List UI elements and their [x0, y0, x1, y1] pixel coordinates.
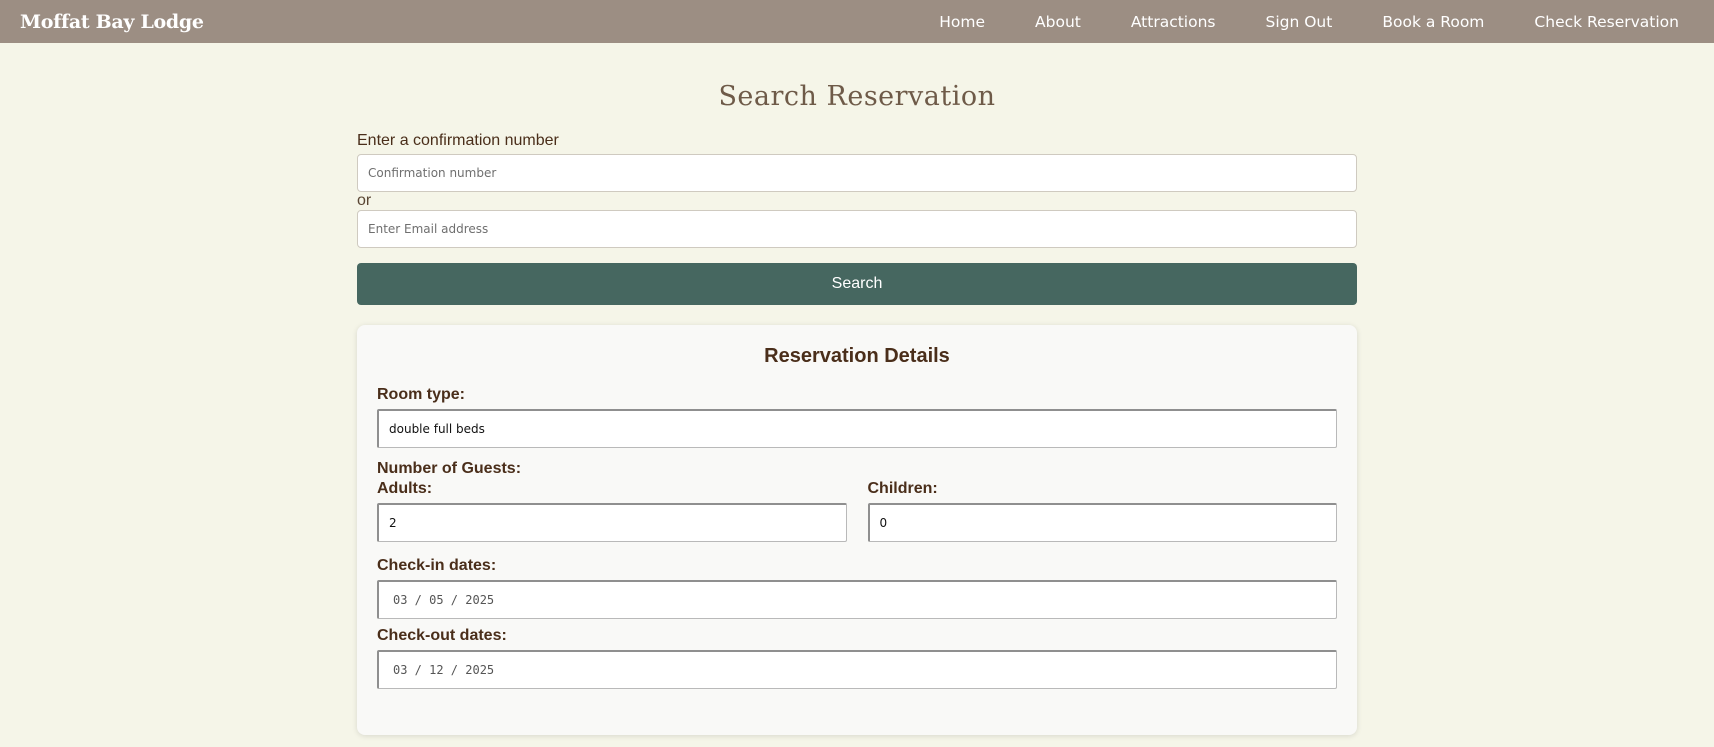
adults-column: Adults: 2: [377, 480, 847, 542]
checkout-label: Check-out dates:: [377, 627, 507, 644]
guests-row: Adults: 2 Children: 0: [377, 480, 1337, 542]
or-separator: or: [357, 192, 372, 209]
search-button[interactable]: Search: [357, 263, 1357, 305]
confirmation-input[interactable]: [357, 154, 1357, 192]
reservation-details-card: Reservation Details Room type: double fu…: [357, 325, 1357, 735]
confirmation-label: Enter a confirmation number: [357, 132, 559, 149]
nav-link-book-room[interactable]: Book a Room: [1382, 13, 1484, 31]
guests-label: Number of Guests:: [377, 460, 522, 477]
top-navbar: Moffat Bay Lodge Home About Attractions …: [0, 0, 1714, 43]
children-label: Children:: [867, 480, 938, 497]
children-field[interactable]: 0: [867, 503, 1337, 542]
checkin-date-field[interactable]: 03 / 05 / 2025: [377, 580, 1337, 619]
nav-links: Home About Attractions Sign Out Book a R…: [889, 13, 1694, 31]
room-type-label: Room type:: [377, 386, 465, 403]
checkout-date-field[interactable]: 03 / 12 / 2025: [377, 650, 1337, 689]
nav-link-sign-out[interactable]: Sign Out: [1266, 13, 1333, 31]
room-type-field[interactable]: double full beds: [377, 409, 1337, 448]
checkin-label: Check-in dates:: [377, 557, 497, 574]
email-input[interactable]: [357, 210, 1357, 248]
adults-field[interactable]: 2: [377, 503, 847, 542]
nav-link-about[interactable]: About: [1035, 13, 1081, 31]
nav-link-check-reservation[interactable]: Check Reservation: [1534, 13, 1679, 31]
nav-link-attractions[interactable]: Attractions: [1131, 13, 1216, 31]
page-title: Search Reservation: [718, 81, 996, 112]
details-title: Reservation Details: [764, 345, 950, 367]
adults-label: Adults:: [377, 480, 433, 497]
main-content: Search Reservation Enter a confirmation …: [357, 43, 1357, 735]
children-column: Children: 0: [867, 480, 1337, 542]
site-brand[interactable]: Moffat Bay Lodge: [20, 11, 204, 33]
nav-link-home[interactable]: Home: [939, 13, 985, 31]
